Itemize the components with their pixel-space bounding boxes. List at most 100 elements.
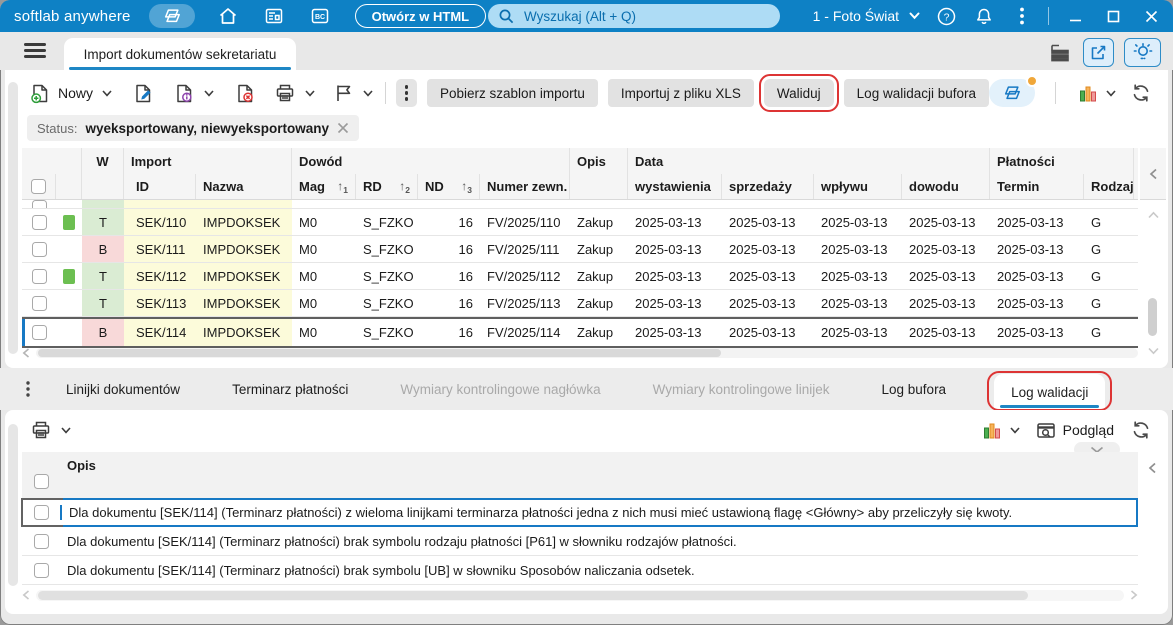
hscroll-thumb[interactable]: [38, 590, 1029, 600]
maximize-button[interactable]: [1101, 4, 1125, 28]
row-checkbox[interactable]: [31, 241, 47, 257]
detail-tab[interactable]: Log walidacji: [987, 371, 1113, 411]
header-termin[interactable]: Termin: [990, 174, 1084, 199]
bc-button[interactable]: BC: [307, 3, 333, 29]
header-group-platnosci[interactable]: Płatności: [990, 148, 1134, 174]
sort-asc-3-icon[interactable]: ↑ 3: [461, 179, 472, 195]
flag-button[interactable]: [331, 79, 357, 107]
header-nazwa[interactable]: Nazwa: [196, 174, 292, 199]
row-checkbox[interactable]: [31, 268, 47, 284]
select-all-checkbox[interactable]: [31, 179, 46, 194]
header-sprzedazy[interactable]: sprzedaży: [722, 174, 814, 199]
table-row[interactable]: T SEK/112 IMPDOKSEK M0 S_FZKO 16 FV/2025…: [22, 263, 1138, 290]
log-print-button[interactable]: [27, 416, 55, 444]
header-dowodu[interactable]: dowodu: [902, 174, 990, 199]
help-button[interactable]: ?: [934, 4, 958, 28]
search-input[interactable]: [522, 7, 770, 25]
menu-button[interactable]: [24, 43, 46, 59]
workspace-switcher-button[interactable]: [148, 4, 195, 28]
log-row[interactable]: Dla dokumentu [SEK/114] (Terminarz płatn…: [22, 527, 1138, 556]
scroll-left-icon[interactable]: [22, 347, 30, 358]
grid-hscrollbar[interactable]: [22, 346, 1138, 359]
document-info-button[interactable]: [171, 79, 198, 107]
header-wystawienia[interactable]: wystawienia: [628, 174, 722, 199]
open-in-html-button[interactable]: Otwórz w HTML: [354, 4, 487, 28]
log-row-checkbox[interactable]: [33, 533, 49, 549]
detail-tab[interactable]: Wymiary kontrolingowe nagłówka: [396, 368, 604, 410]
table-row-partial[interactable]: [22, 200, 1138, 209]
hierarchy-button[interactable]: [1047, 39, 1073, 65]
log-row[interactable]: Dla dokumentu [SEK/114] (Terminarz płatn…: [22, 556, 1138, 585]
log-row-checkbox[interactable]: [33, 562, 49, 578]
log-analysis-button[interactable]: [980, 416, 1004, 444]
more-actions-button[interactable]: [395, 79, 418, 107]
toolbar-action-button[interactable]: Waliduj: [758, 74, 839, 112]
print-button[interactable]: [271, 79, 299, 107]
header-group-w[interactable]: W: [82, 148, 124, 174]
sort-asc-2-icon[interactable]: ↑ 2: [399, 179, 410, 195]
global-search[interactable]: [488, 4, 780, 28]
log-hscrollbar[interactable]: [22, 588, 1138, 602]
table-row[interactable]: T SEK/113 IMPDOKSEK M0 S_FZKO 16 FV/2025…: [22, 290, 1138, 317]
header-group-opis[interactable]: Opis: [570, 148, 628, 174]
header-wplywu[interactable]: wpływu: [814, 174, 902, 199]
collapse-side-panel-button[interactable]: [1140, 148, 1166, 200]
header-rd[interactable]: RD ↑ 2: [356, 174, 418, 199]
log-print-chevron-icon[interactable]: [59, 425, 73, 436]
scroll-right-icon[interactable]: [1130, 590, 1138, 600]
new-document-button[interactable]: Nowy: [27, 79, 96, 107]
detail-tab[interactable]: Wymiary kontrolingowe linijek: [649, 368, 834, 410]
scroll-left-icon[interactable]: [22, 590, 30, 600]
toolbar-action-button[interactable]: Log walidacji bufora: [843, 79, 989, 107]
refresh-button[interactable]: [1128, 79, 1154, 107]
table-row[interactable]: B SEK/114 IMPDOKSEK M0 S_FZKO 16 FV/2025…: [22, 317, 1138, 348]
header-id[interactable]: ID: [124, 174, 196, 199]
header-group-data[interactable]: Data: [628, 148, 990, 174]
header-numer-zewn[interactable]: Numer zewn.: [480, 174, 570, 199]
info-chevron-icon[interactable]: [202, 88, 216, 99]
preview-button[interactable]: Podgląd: [1036, 421, 1114, 440]
left-splitter[interactable]: [8, 424, 18, 586]
detail-tab[interactable]: Terminarz płatności: [228, 368, 352, 410]
log-row[interactable]: Dla dokumentu [SEK/114] (Terminarz płatn…: [21, 498, 1138, 527]
log-select-all-checkbox[interactable]: [33, 474, 49, 489]
header-mag[interactable]: Mag ↑ 1: [292, 174, 356, 199]
row-checkbox[interactable]: [31, 200, 47, 208]
left-splitter[interactable]: [8, 82, 18, 354]
scroll-down-icon[interactable]: [1140, 344, 1166, 358]
vscroll-thumb[interactable]: [1148, 298, 1157, 336]
row-checkbox[interactable]: [31, 214, 47, 230]
sort-asc-1-icon[interactable]: ↑ 1: [337, 179, 348, 195]
header-nd[interactable]: ND ↑ 3: [418, 174, 480, 199]
detail-tabs-menu-button[interactable]: [26, 381, 30, 397]
log-header-opis[interactable]: Opis: [60, 452, 1138, 473]
hscroll-thumb[interactable]: [38, 348, 722, 357]
edit-document-button[interactable]: [130, 79, 157, 107]
flag-chevron-icon[interactable]: [361, 88, 375, 99]
new-chevron-icon[interactable]: [100, 88, 114, 99]
log-row-checkbox[interactable]: [33, 505, 49, 520]
print-chevron-icon[interactable]: [303, 88, 317, 99]
company-selector[interactable]: 1 - Foto Świat: [813, 8, 920, 24]
table-row[interactable]: T SEK/110 IMPDOKSEK M0 S_FZKO 16 FV/2025…: [22, 209, 1138, 236]
notifications-button[interactable]: [972, 4, 996, 28]
row-checkbox[interactable]: [31, 295, 47, 311]
header-group-dowod[interactable]: Dowód: [292, 148, 570, 174]
titlebar-menu-button[interactable]: [1010, 4, 1034, 28]
detail-tab[interactable]: Log bufora: [878, 368, 951, 410]
minimize-button[interactable]: [1063, 4, 1087, 28]
related-windows-button[interactable]: [989, 75, 1038, 107]
analysis-chevron-icon[interactable]: [1104, 88, 1118, 99]
log-collapse-side-button[interactable]: [1140, 456, 1164, 486]
detail-tab[interactable]: Linijki dokumentów: [62, 368, 184, 410]
log-analysis-chevron-icon[interactable]: [1008, 425, 1022, 436]
toolbar-action-button[interactable]: Importuj z pliku XLS: [607, 79, 754, 107]
share-button[interactable]: [1083, 37, 1114, 67]
header-rodzaj[interactable]: Rodzaj: [1084, 174, 1134, 199]
log-refresh-button[interactable]: [1128, 416, 1154, 444]
news-button[interactable]: [261, 3, 287, 29]
table-row[interactable]: B SEK/111 IMPDOKSEK M0 S_FZKO 16 FV/2025…: [22, 236, 1138, 263]
home-button[interactable]: [215, 3, 241, 29]
status-filter-chip[interactable]: Status: wyeksportowany, niewyeksportowan…: [27, 115, 360, 141]
close-button[interactable]: [1139, 4, 1163, 28]
